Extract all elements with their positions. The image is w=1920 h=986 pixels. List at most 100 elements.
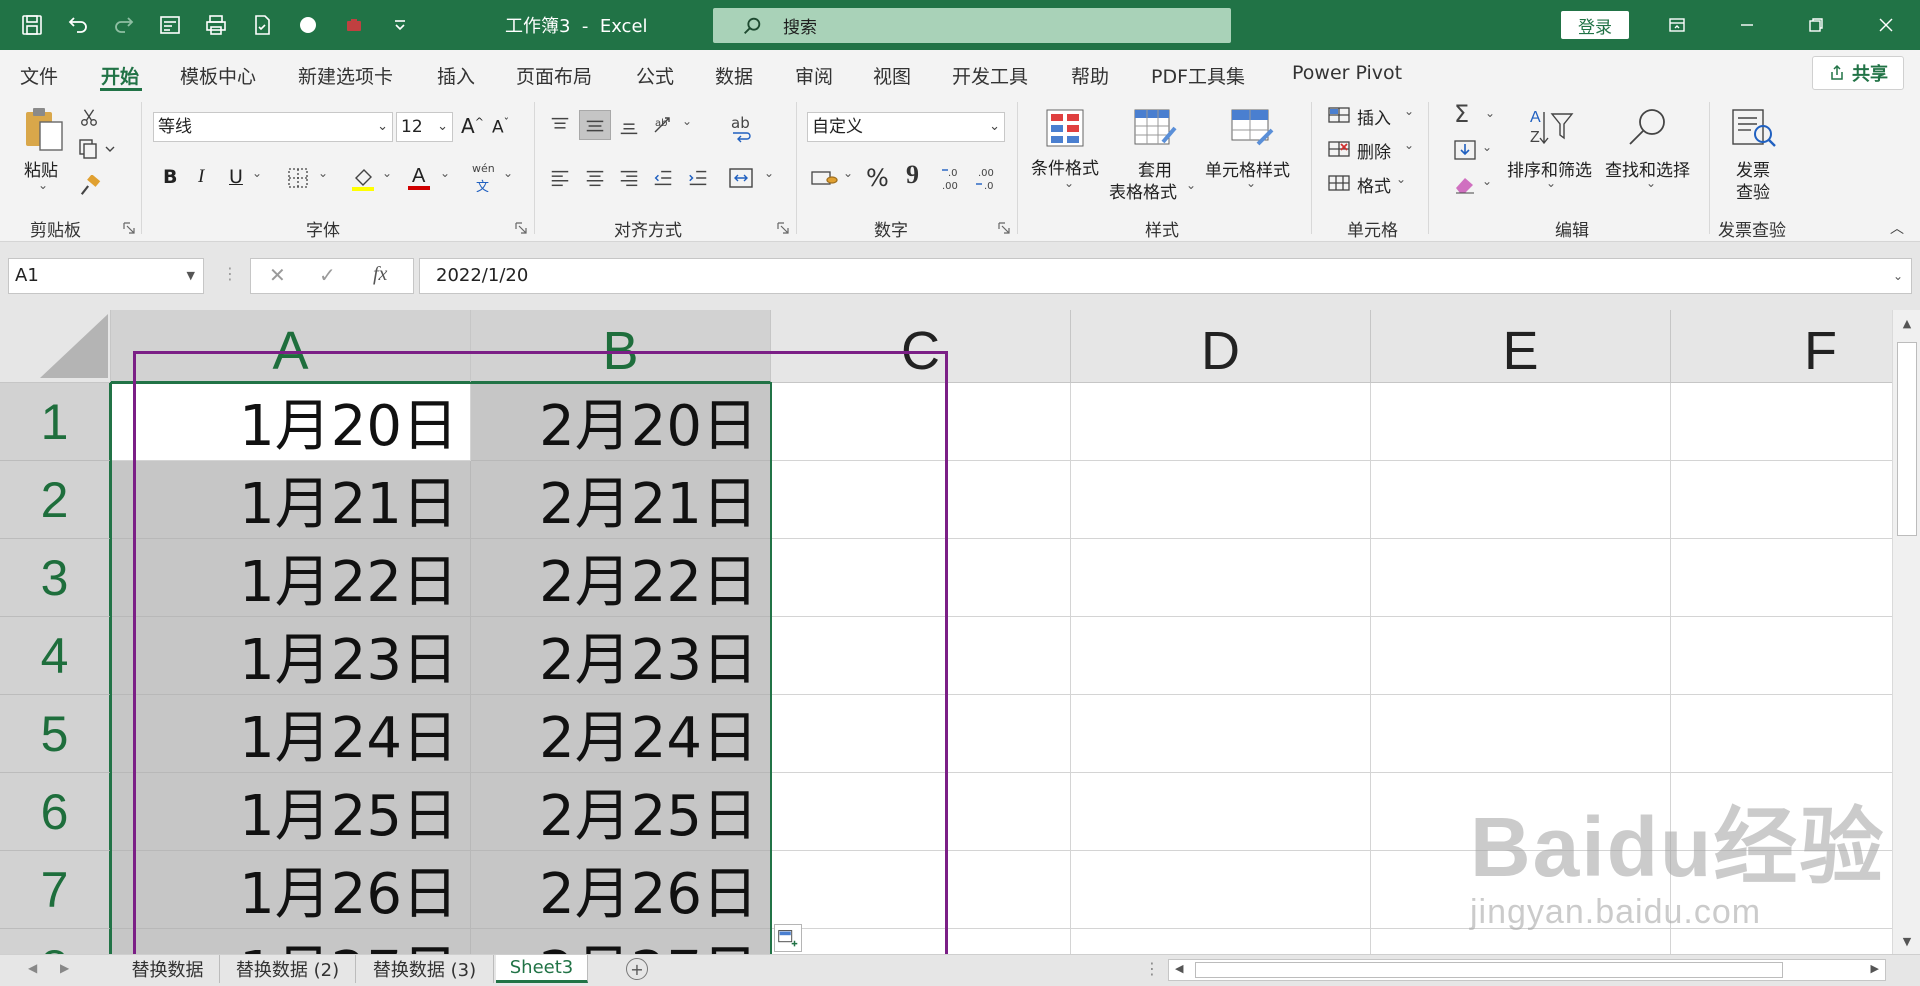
cell-a2[interactable]: 1月21日 — [111, 461, 471, 539]
column-header-d[interactable]: D — [1071, 310, 1371, 383]
cell-c7[interactable] — [771, 851, 1071, 929]
tab-page-layout[interactable]: 页面布局 — [516, 62, 592, 89]
cell-b7[interactable]: 2月26日 — [471, 851, 771, 929]
restore-icon[interactable] — [1786, 0, 1846, 50]
find-select-dropdown-chevron[interactable]: ⌄ — [1646, 176, 1656, 190]
column-header-f[interactable]: F — [1671, 310, 1892, 383]
tab-view[interactable]: 视图 — [873, 62, 911, 89]
sheet-tab[interactable]: 替换数据 — [116, 955, 220, 983]
autosum-dropdown-chevron[interactable]: ⌄ — [1485, 106, 1495, 120]
cancel-icon[interactable]: ✕ — [269, 263, 286, 287]
number-launcher-icon[interactable] — [998, 222, 1010, 234]
sort-filter-icon[interactable]: AZ — [1528, 106, 1574, 150]
sheet-tab[interactable]: 替换数据 (3) — [356, 955, 494, 983]
tab-home[interactable]: 开始 — [101, 62, 139, 89]
row-header[interactable]: 8 — [0, 929, 111, 954]
formula-input[interactable]: 2022/1/20 ⌄ — [419, 258, 1912, 294]
form-icon[interactable] — [156, 11, 184, 39]
ribbon-display-options-icon[interactable] — [1647, 0, 1707, 50]
clear-dropdown-chevron[interactable]: ⌄ — [1482, 174, 1492, 188]
copy-icon[interactable] — [78, 138, 118, 160]
cell-f5[interactable] — [1671, 695, 1892, 773]
name-box[interactable]: A1 ▼ — [8, 258, 204, 294]
delete-cells-icon[interactable] — [1327, 138, 1351, 160]
cell-a6[interactable]: 1月25日 — [111, 773, 471, 851]
decrease-font-size-icon[interactable]: Aˇ — [492, 116, 509, 138]
cell-e8[interactable] — [1371, 929, 1671, 954]
sort-filter-dropdown-chevron[interactable]: ⌄ — [1546, 176, 1556, 190]
expand-formula-bar-icon[interactable]: ⌄ — [1893, 259, 1903, 293]
horizontal-scrollbar[interactable]: ◀ ▶ — [1168, 959, 1886, 981]
cell-a4[interactable]: 1月23日 — [111, 617, 471, 695]
font-color-icon[interactable]: A — [406, 162, 432, 192]
format-as-table-dropdown-chevron[interactable]: ⌄ — [1186, 178, 1196, 192]
insert-function-button[interactable]: fx — [373, 263, 387, 286]
cell-a3[interactable]: 1月22日 — [111, 539, 471, 617]
cell-d3[interactable] — [1071, 539, 1371, 617]
cell-c6[interactable] — [771, 773, 1071, 851]
minimize-icon[interactable] — [1717, 0, 1777, 50]
bottom-align-icon[interactable] — [617, 114, 641, 138]
find-select-icon[interactable] — [1624, 106, 1670, 150]
invoice-check-icon[interactable] — [1729, 106, 1777, 150]
clear-icon[interactable] — [1452, 172, 1478, 196]
invoice-check-label-2[interactable]: 查验 — [1736, 178, 1770, 203]
wrap-text-icon[interactable] — [731, 130, 753, 144]
tab-split-grip-icon[interactable]: ⋮ — [1144, 959, 1160, 978]
row-header[interactable]: 6 — [0, 773, 111, 851]
top-align-icon[interactable] — [548, 114, 572, 138]
orientation-icon[interactable]: ab — [651, 112, 679, 138]
cell-styles-icon[interactable] — [1230, 108, 1274, 148]
align-left-icon[interactable] — [548, 166, 572, 190]
cell-a8[interactable]: 1月27日 — [111, 929, 471, 954]
underline-dropdown-chevron[interactable]: ⌄ — [252, 166, 262, 180]
cell-c2[interactable] — [771, 461, 1071, 539]
row-header[interactable]: 7 — [0, 851, 111, 929]
column-header-c[interactable]: C — [771, 310, 1071, 383]
format-cells-label[interactable]: 格式 — [1357, 172, 1391, 197]
paste-dropdown-chevron[interactable]: ⌄ — [38, 178, 48, 192]
fill-color-icon[interactable] — [350, 164, 376, 192]
cell-c4[interactable] — [771, 617, 1071, 695]
document-check-icon[interactable] — [248, 11, 276, 39]
scroll-right-icon[interactable]: ▶ — [1871, 962, 1879, 975]
previous-sheet-icon[interactable]: ◀ — [28, 961, 37, 975]
cell-b4[interactable]: 2月23日 — [471, 617, 771, 695]
cell-styles-dropdown-chevron[interactable]: ⌄ — [1246, 176, 1256, 190]
print-preview-icon[interactable] — [202, 11, 230, 39]
increase-decimal-icon[interactable]: .0.00 — [940, 164, 968, 192]
save-icon[interactable] — [18, 11, 46, 39]
search-box[interactable]: 搜索 — [713, 8, 1231, 43]
borders-icon[interactable] — [286, 166, 310, 190]
cell-b2[interactable]: 2月21日 — [471, 461, 771, 539]
vertical-scroll-thumb[interactable] — [1897, 342, 1917, 536]
cell-e4[interactable] — [1371, 617, 1671, 695]
cell-b5[interactable]: 2月24日 — [471, 695, 771, 773]
cell-c8[interactable] — [771, 929, 1071, 954]
align-center-icon[interactable] — [583, 166, 607, 190]
tab-data[interactable]: 数据 — [715, 62, 753, 89]
increase-indent-icon[interactable] — [686, 166, 710, 190]
font-size-select[interactable]: 12 ⌄ — [396, 112, 453, 142]
quick-analysis-button[interactable] — [774, 924, 802, 952]
fill-color-dropdown-chevron[interactable]: ⌄ — [382, 166, 392, 180]
cell-b1[interactable]: 2月20日 — [471, 383, 771, 461]
number-format-select[interactable]: 自定义 ⌄ — [807, 112, 1005, 142]
merge-center-icon[interactable] — [728, 166, 758, 190]
fill-dropdown-chevron[interactable]: ⌄ — [1482, 140, 1492, 154]
cell-c5[interactable] — [771, 695, 1071, 773]
underline-button[interactable]: U — [229, 166, 243, 188]
cell-d5[interactable] — [1071, 695, 1371, 773]
share-button[interactable]: 共享 — [1812, 56, 1904, 90]
autosum-icon[interactable]: Σ — [1454, 100, 1469, 128]
format-painter-icon[interactable] — [78, 174, 102, 198]
tab-pdf-tools[interactable]: PDF工具集 — [1151, 62, 1245, 89]
row-header[interactable]: 2 — [0, 461, 111, 539]
clipboard-launcher-icon[interactable] — [123, 222, 135, 234]
formula-bar-grip-icon[interactable]: ⋮ — [222, 264, 238, 283]
cell-f1[interactable] — [1671, 383, 1892, 461]
tab-developer[interactable]: 开发工具 — [952, 62, 1028, 89]
format-as-table-label-2[interactable]: 表格格式 — [1109, 178, 1177, 203]
tab-review[interactable]: 审阅 — [795, 62, 833, 89]
format-cells-dropdown-chevron[interactable]: ⌄ — [1396, 172, 1406, 186]
